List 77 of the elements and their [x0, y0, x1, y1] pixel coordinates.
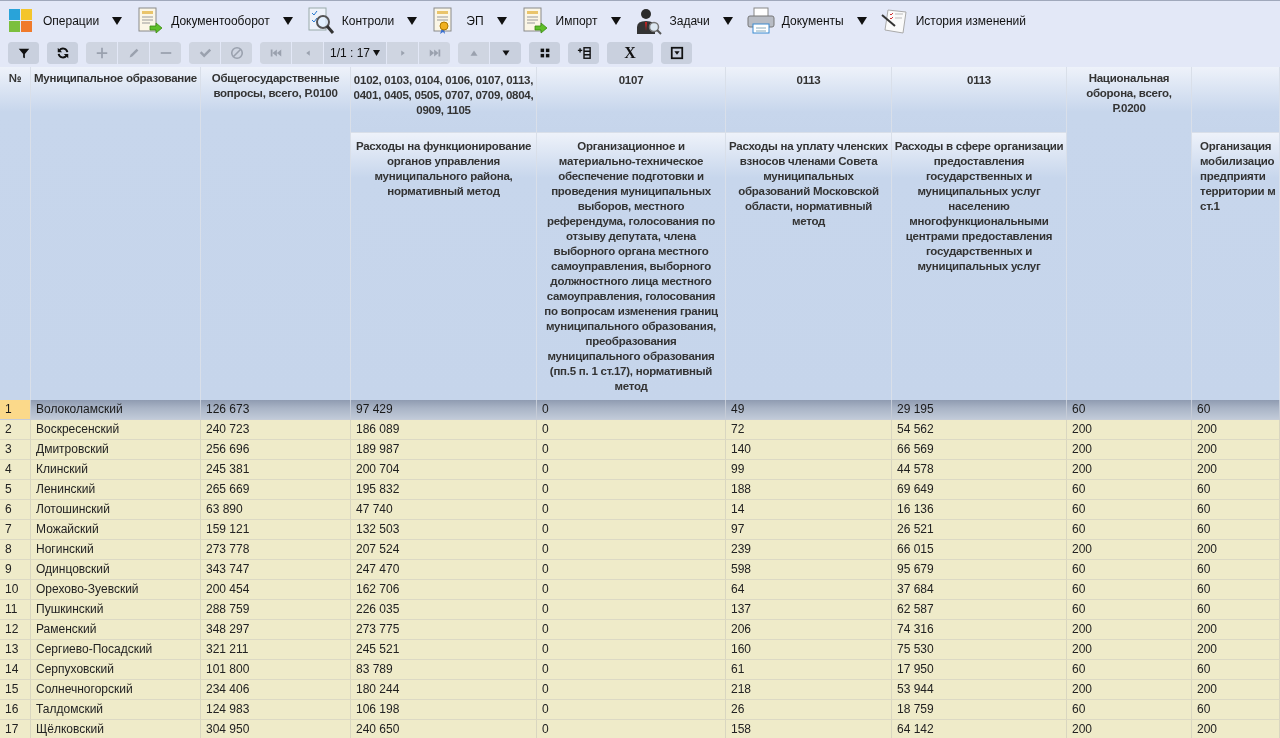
column-header: Общегосударственные вопросы, всего, Р.0100	[201, 67, 351, 400]
check-icon	[197, 46, 212, 60]
filter-button[interactable]	[8, 42, 39, 64]
column-header: №	[0, 67, 31, 400]
table-row[interactable]: 14 Серпуховский 101 800 83 789 0 61 17 950 60 60	[0, 660, 1280, 680]
column-header: Национальная оборона, всего, Р.0200	[1067, 67, 1192, 400]
table-row[interactable]: 2 Воскресенский 240 723 186 089 0 72 54 562 200 200	[0, 420, 1280, 440]
magnifier-document-icon	[306, 6, 335, 35]
down-button[interactable]	[490, 42, 522, 64]
table-row[interactable]: 8 Ногинский 273 778 207 524 0 239 66 015 200 200	[0, 540, 1280, 560]
caret-icon	[112, 16, 123, 25]
row-number: 1	[0, 400, 31, 420]
document-arrow-icon	[520, 6, 549, 35]
table-row[interactable]: 4 Клинский 245 381 200 704 0 99 44 578 200 200	[0, 460, 1280, 480]
no-entry-icon	[229, 46, 244, 60]
table-row[interactable]: 12 Раменский 348 297 273 775 0 206 74 316 200 200	[0, 620, 1280, 640]
column-header: Расходы в сфере организации предоставления государственных и муниципальных услуг населению многофункциональными центрами предоставления государственных и муниципальных услуг	[892, 133, 1067, 400]
column-code-header: 0102, 0103, 0104, 0106, 0107, 0113, 0401, 0405, 0505, 0707, 0709, 0804, 0909, 1105	[351, 67, 537, 133]
document-arrow-icon	[136, 6, 165, 35]
menu-item[interactable]: История изменений	[880, 6, 1026, 35]
dropdown-box-button[interactable]	[661, 42, 693, 64]
menu-item[interactable]: Контроли	[306, 6, 418, 35]
caret-icon	[610, 16, 621, 25]
column-code-header: 0113	[892, 67, 1067, 133]
table-row[interactable]: 6 Лотошинский 63 890 47 740 0 14 16 136 60 60	[0, 500, 1280, 520]
table-row[interactable]: 16 Талдомский 124 983 106 198 0 26 18 759 60 60	[0, 700, 1280, 720]
table-row[interactable]: 7 Можайский 159 121 132 503 0 97 26 521 60 60	[0, 520, 1280, 540]
menu-item[interactable]: Импорт	[520, 6, 621, 35]
grid-button[interactable]	[529, 42, 561, 64]
row-number: 17	[0, 720, 31, 738]
table-row[interactable]: 11 Пушкинский 288 759 226 035 0 137 62 587 60 60	[0, 600, 1280, 620]
filter-icon	[16, 46, 31, 60]
menu-item[interactable]: Задачи	[634, 6, 733, 35]
list-add-button[interactable]	[568, 42, 600, 64]
menu-item[interactable]: ЭП	[431, 6, 507, 35]
dropdown-box-icon	[669, 46, 684, 60]
table-cell: 200	[1067, 720, 1192, 738]
caret-icon	[856, 16, 867, 25]
refresh-icon	[55, 46, 70, 60]
table-cell: 240 650	[351, 720, 537, 738]
menu-item[interactable]: Документооборот	[136, 6, 293, 35]
table-cell: 200	[1192, 720, 1280, 738]
formula-button[interactable]: X	[607, 42, 654, 64]
caret-icon	[407, 16, 418, 25]
caret-icon	[496, 16, 507, 25]
table-row[interactable]: 1 Волоколамский 126 673 97 429 0 49 29 195 60 60	[0, 400, 1280, 420]
caret-icon	[373, 50, 381, 56]
column-header: Муниципальное образование	[31, 67, 201, 400]
table-row[interactable]: 3 Дмитровский 256 696 189 987 0 140 66 569 200 200	[0, 440, 1280, 460]
table-cell: 64 142	[892, 720, 1067, 738]
caret-icon	[282, 16, 293, 25]
page-selector[interactable]: 1/1 : 17	[324, 42, 387, 64]
table-cell: 158	[726, 720, 892, 738]
column-header: Организационное и материально-техническое обеспечение подготовки и проведения муниципальных выборов, местного референдума, голосования по отзыву депутата, члена выборного органа местного самоуправления, выборного должностного лица местного самоуправления, голосования по вопросам изменения границ муниципального образования, преобразования муниципального образования (пп.5 п. 1 ст.17), нормативный метод	[537, 133, 726, 400]
table-row[interactable]: 5 Ленинский 265 669 195 832 0 188 69 649 60 60	[0, 480, 1280, 500]
refresh-button[interactable]	[47, 42, 78, 64]
printer-icon	[746, 6, 775, 35]
column-code-header: 0113	[726, 67, 892, 133]
plus-icon	[94, 46, 109, 60]
table-cell: 0	[537, 720, 726, 738]
person-magnifier-icon	[634, 6, 663, 35]
table-row[interactable]: 13 Сергиево-Посадский 321 211 245 521 0 160 75 530 200 200	[0, 640, 1280, 660]
table-row[interactable]: 9 Одинцовский 343 747 247 470 0 598 95 679 60 60	[0, 560, 1280, 580]
menu-item[interactable]: Документы	[746, 6, 867, 35]
list-add-icon	[576, 46, 591, 60]
table-row[interactable]: 15 Солнечногорский 234 406 180 244 0 218 53 944 200 200	[0, 680, 1280, 700]
table-row[interactable]: 10 Орехово-Зуевский 200 454 162 706 0 64 37 684 60 60	[0, 580, 1280, 600]
column-code-header: 0107	[537, 67, 726, 133]
column-header: Расходы на уплату членских взносов членами Совета муниципальных образований Московской области, нормативный метод	[726, 133, 892, 400]
table-cell: 304 950	[201, 720, 351, 738]
table-cell: Щёлковский	[31, 720, 201, 738]
column-header: Расходы на функционирование органов управления муниципального района, нормативный метод	[351, 133, 537, 400]
checklist-pen-icon	[880, 6, 909, 35]
table-row[interactable]: 17 Щёлковский 304 950 240 650 0 158 64 142 200 200	[0, 720, 1280, 738]
menu-item[interactable]: Операции	[8, 6, 123, 35]
caret-icon	[722, 16, 733, 25]
column-header: Организация мобилизацио предприяти территории м ст.1	[1192, 133, 1280, 400]
